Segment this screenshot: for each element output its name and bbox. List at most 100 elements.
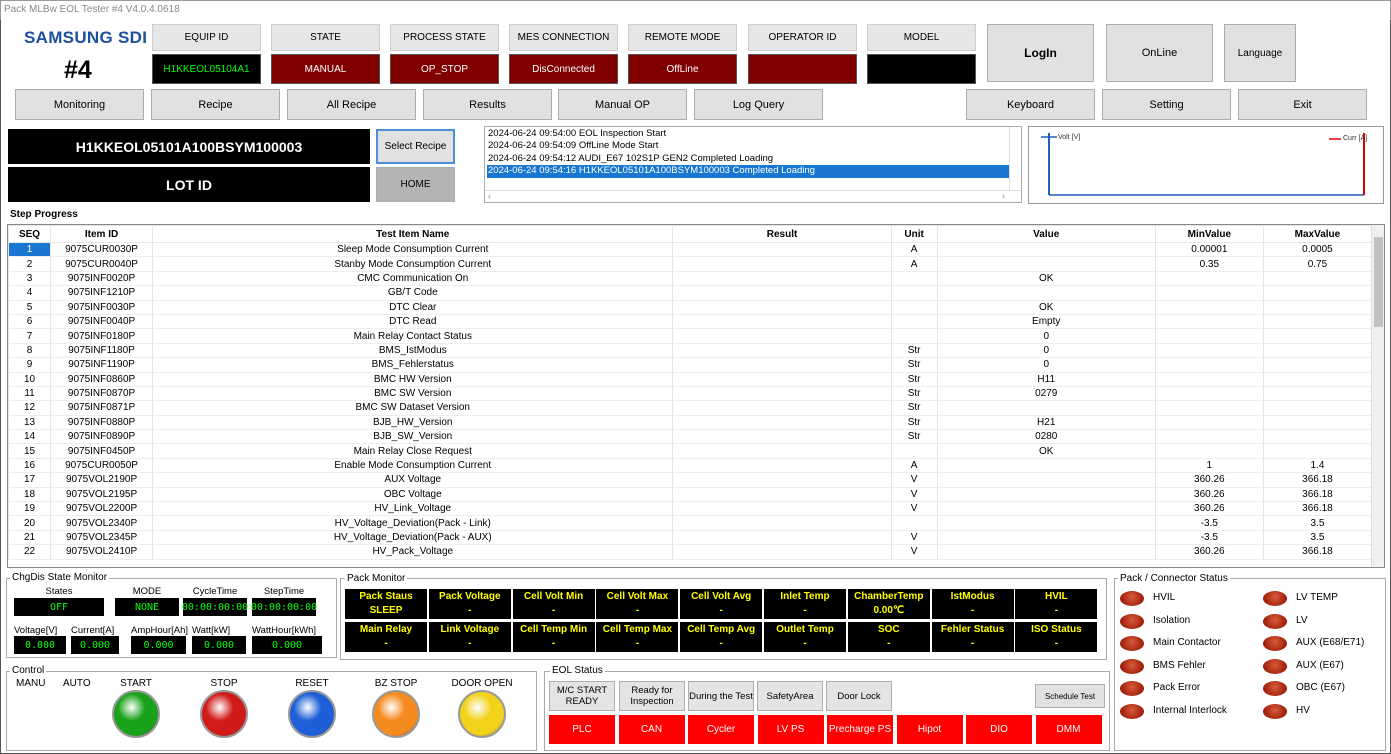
table-row[interactable]: 16 9075CUR0050P Enable Mode Consumption Cu…	[8, 458, 1373, 474]
table-row[interactable]: 5 9075INF0030P DTC Clear OK	[8, 300, 1373, 315]
table-cell: HV_Voltage_Deviation(Pack - AUX)	[152, 530, 674, 546]
table-row[interactable]: 1 9075CUR0030P Sleep Mode Consumption Curr…	[8, 242, 1373, 258]
table-row[interactable]: 22 9075VOL2410P HV_Pack_Voltage V 360.26 366.…	[8, 544, 1373, 560]
login-button[interactable]: LogIn	[987, 24, 1094, 82]
table-cell: Str	[890, 386, 938, 402]
schedule-test-button[interactable]: Schedule Test	[1035, 684, 1105, 708]
table-row[interactable]: 18 9075VOL2195P OBC Voltage V 360.26 366.18	[8, 487, 1373, 503]
status-value-0: H1KKEOL05104A1	[152, 54, 261, 84]
status-lamp	[1120, 591, 1144, 606]
status-label-5: OPERATOR ID	[748, 24, 857, 51]
control-3-button[interactable]	[372, 690, 420, 738]
table-row[interactable]: 19 9075VOL2200P HV_Link_Voltage V 360.26 366.…	[8, 501, 1373, 517]
pack-monitor-value: -	[635, 638, 640, 649]
table-row[interactable]: 8 9075INF1180P BMS_IstModus Str 0	[8, 343, 1373, 359]
select-recipe-button[interactable]: Select Recipe	[376, 129, 455, 164]
auto-label[interactable]: AUTO	[63, 678, 91, 689]
table-cell: OBC Voltage	[152, 487, 674, 503]
table-row[interactable]: 3 9075INF0020P CMC Communication On OK	[8, 271, 1373, 287]
table-row[interactable]: 21 9075VOL2345P HV_Voltage_Deviation(Pack …	[8, 530, 1373, 546]
status-label-1: STATE	[271, 24, 380, 51]
connector-label: Internal Interlock	[1153, 704, 1227, 716]
event-log-list[interactable]: 2024-06-24 09:54:00 EOL Inspection Start…	[484, 126, 1022, 203]
table-cell: 0279	[936, 386, 1156, 402]
control-2-button[interactable]	[288, 690, 336, 738]
scroll-right-icon[interactable]: ›	[1002, 191, 1005, 201]
table-row[interactable]: 14 9075INF0890P BJB_SW_Version Str 0280	[8, 429, 1373, 445]
table-cell: HV_Link_Voltage	[152, 501, 674, 517]
status-lamp	[1263, 613, 1287, 629]
control-0-button[interactable]	[112, 690, 160, 738]
table-row[interactable]: 11 9075INF0870P BMC SW Version Str 0279	[8, 386, 1373, 402]
column-header: Value	[936, 225, 1156, 243]
manu-label[interactable]: MANU	[16, 678, 45, 689]
nav-button-2[interactable]: All Recipe	[287, 89, 416, 120]
status-lamp	[1263, 658, 1287, 674]
nav-button-0[interactable]: Monitoring	[15, 89, 144, 120]
table-row[interactable]: 10 9075INF0860P BMC HW Version Str H11	[8, 372, 1373, 387]
table-cell: 360.26	[1154, 544, 1264, 560]
nav-right-button-2[interactable]: Exit	[1238, 89, 1367, 120]
nav-right-button-1[interactable]: Setting	[1102, 89, 1231, 120]
table-cell: OK	[936, 271, 1156, 287]
nav-button-4[interactable]: Manual OP	[558, 89, 687, 120]
table-cell: 3	[8, 271, 52, 287]
column-header: Test Item Name	[152, 225, 674, 243]
online-button[interactable]: OnLine	[1106, 24, 1213, 82]
log-vscrollbar[interactable]	[1009, 127, 1021, 190]
control-1-button[interactable]	[200, 690, 248, 738]
pack-monitor-value: -	[551, 605, 556, 616]
table-row[interactable]: 9 9075INF1190P BMS_Fehlerstatus Str 0	[8, 357, 1373, 373]
home-button[interactable]: HOME	[376, 167, 455, 202]
table-row[interactable]: 2 9075CUR0040P Stanby Mode Consumption Cur…	[8, 256, 1373, 272]
table-row[interactable]: 20 9075VOL2340P HV_Voltage_Deviation(Pack …	[8, 515, 1373, 531]
scroll-left-icon[interactable]: ‹	[488, 191, 491, 201]
table-cell: CMC Communication On	[152, 271, 674, 287]
table-cell	[672, 285, 892, 301]
table-row[interactable]: 4 9075INF1210P GB/T Code	[8, 285, 1373, 301]
log-entry[interactable]: 2024-06-24 09:54:09 OffLine Mode Start	[487, 140, 1009, 152]
grid-scroll-thumb[interactable]	[1374, 237, 1383, 327]
chgdis-value2: 0.000	[192, 636, 246, 654]
table-cell: 9075INF0450P	[50, 443, 154, 459]
step-progress-grid[interactable]: SEQ Item ID Test Item Name Result Unit Value M…	[7, 224, 1385, 568]
curr-legend: Curr [A]	[1343, 135, 1368, 142]
table-row[interactable]: 7 9075INF0180P Main Relay Contact Status 0	[8, 328, 1373, 344]
table-cell	[672, 372, 892, 387]
nav-button-1[interactable]: Recipe	[151, 89, 280, 120]
pack-monitor-cell: Cell Temp Max -	[596, 622, 679, 652]
table-row[interactable]: 15 9075INF0450P Main Relay Close Request OK	[8, 443, 1373, 459]
log-entry[interactable]: 2024-06-24 09:54:12 AUDI_E67 102S1P GEN2…	[487, 153, 1009, 165]
table-row[interactable]: 17 9075VOL2190P AUX Voltage V 360.26 366.18	[8, 472, 1373, 488]
table-row[interactable]: 12 9075INF0871P BMC SW Dataset Version Str	[8, 400, 1373, 416]
control-4-button[interactable]	[458, 690, 506, 738]
table-cell: 9	[8, 357, 52, 373]
table-row[interactable]: 6 9075INF0040P DTC Read Empty	[8, 314, 1373, 330]
nav-right-button-0[interactable]: Keyboard	[966, 89, 1095, 120]
status-lamp	[1263, 636, 1287, 651]
log-hscrollbar[interactable]: ‹ ›	[485, 190, 1021, 202]
pack-monitor-label: Link Voltage	[440, 624, 500, 635]
table-row[interactable]: 13 9075INF0880P BJB_HW_Version Str H21	[8, 415, 1373, 431]
pack-monitor-label: Outlet Temp	[776, 624, 834, 635]
table-cell: 9075INF0890P	[50, 429, 154, 445]
grid-vscrollbar[interactable]	[1371, 225, 1384, 567]
nav-button-3[interactable]: Results	[423, 89, 552, 120]
pack-monitor-cell: Pack Voltage -	[428, 589, 511, 619]
status-value-5	[748, 54, 857, 84]
language-button[interactable]: Language	[1224, 24, 1296, 82]
table-cell: 0.75	[1262, 256, 1373, 272]
control-title: Control	[10, 665, 47, 676]
window-title: Pack MLBw EOL Tester #4 V4.0.4.0618	[4, 4, 180, 15]
table-cell	[1262, 400, 1373, 416]
log-entry[interactable]: 2024-06-24 09:54:00 EOL Inspection Start	[487, 128, 1009, 140]
pack-monitor-cell: Cell Volt Max -	[596, 589, 679, 619]
table-cell: Main Relay Close Request	[152, 443, 674, 459]
status-lamp	[1120, 703, 1144, 719]
table-cell	[672, 487, 892, 503]
nav-button-5[interactable]: Log Query	[694, 89, 823, 120]
log-entry[interactable]: 2024-06-24 09:54:16 H1KKEOL05101A100BSYM…	[487, 165, 1009, 178]
table-cell	[1262, 386, 1373, 402]
table-cell: 0	[936, 328, 1156, 344]
pack-monitor-label: ISO Status	[1031, 624, 1082, 635]
